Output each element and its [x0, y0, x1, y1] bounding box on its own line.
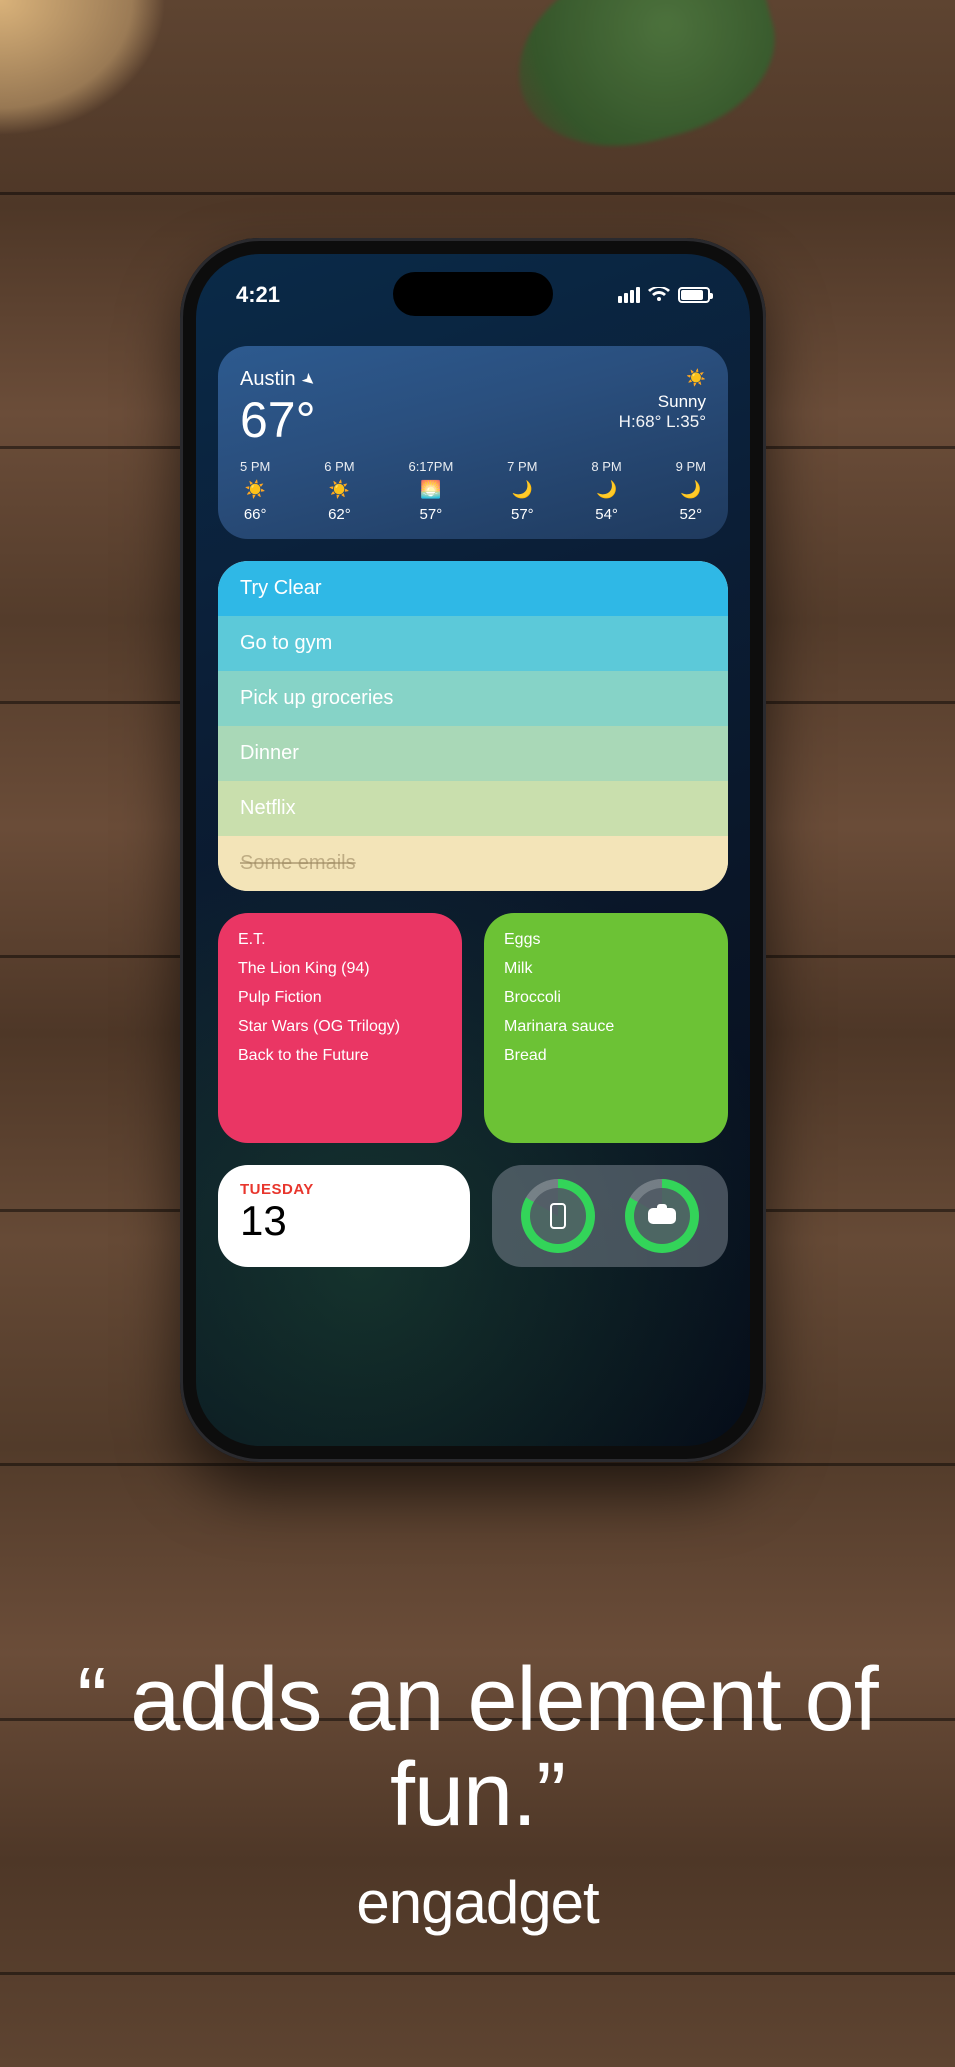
battery-ring-phone	[521, 1179, 595, 1253]
list-item: Milk	[504, 960, 708, 978]
iphone-frame: 4:21 Austin ➤	[180, 238, 766, 1462]
calendar-dow: TUESDAY	[240, 1181, 448, 1198]
list-item: E.T.	[238, 931, 442, 949]
weather-hour: 5 PM☀️66°	[240, 459, 270, 523]
list-item: Eggs	[504, 931, 708, 949]
weather-hour: 9 PM🌙52°	[676, 459, 706, 523]
case-icon	[648, 1208, 676, 1224]
calendar-day: 13	[240, 1200, 448, 1242]
weather-condition: Sunny	[619, 392, 706, 412]
list-item[interactable]: Go to gym	[218, 616, 728, 671]
quote-text: “ adds an element of fun.”	[50, 1653, 905, 1842]
location-arrow-icon: ➤	[297, 368, 320, 392]
wifi-icon	[648, 287, 670, 303]
weather-hour: 6:17PM🌅57°	[408, 459, 453, 523]
cellular-icon	[618, 287, 640, 303]
battery-icon	[678, 287, 710, 303]
list-item: Pulp Fiction	[238, 989, 442, 1007]
weather-hour: 7 PM🌙57°	[507, 459, 537, 523]
list-item: Star Wars (OG Trilogy)	[238, 1018, 442, 1036]
weather-location: Austin	[240, 368, 296, 391]
weather-hour: 6 PM☀️62°	[324, 459, 354, 523]
batteries-widget[interactable]	[492, 1165, 728, 1267]
movies-widget[interactable]: E.T. The Lion King (94) Pulp Fiction Star W…	[218, 913, 462, 1143]
list-item[interactable]: Some emails	[218, 836, 728, 891]
list-item[interactable]: Netflix	[218, 781, 728, 836]
weather-hour: 8 PM🌙54°	[591, 459, 621, 523]
list-item: Bread	[504, 1047, 708, 1065]
list-item[interactable]: Pick up groceries	[218, 671, 728, 726]
leaf-decoration	[496, 0, 794, 171]
weather-temp: 67°	[240, 395, 316, 445]
status-time: 4:21	[236, 282, 280, 308]
list-item: Marinara sauce	[504, 1018, 708, 1036]
iphone-screen: 4:21 Austin ➤	[196, 254, 750, 1446]
weather-hourly: 5 PM☀️66° 6 PM☀️62° 6:17PM🌅57° 7 PM🌙57° 8 PM…	[240, 459, 706, 523]
groceries-widget[interactable]: Eggs Milk Broccoli Marinara sauce Bread	[484, 913, 728, 1143]
list-item[interactable]: Try Clear	[218, 561, 728, 616]
list-item: Broccoli	[504, 989, 708, 1007]
calendar-widget[interactable]: TUESDAY 13	[218, 1165, 470, 1267]
caption: “ adds an element of fun.” engadget	[0, 1653, 955, 1937]
list-item: Back to the Future	[238, 1047, 442, 1065]
clear-list-widget[interactable]: Try ClearGo to gymPick up groceriesDinne…	[218, 561, 728, 891]
phone-icon	[550, 1203, 566, 1229]
brand-text: engadget	[50, 1868, 905, 1937]
list-item[interactable]: Dinner	[218, 726, 728, 781]
sun-icon: ☀️	[619, 368, 706, 388]
weather-hilo: H:68° L:35°	[619, 412, 706, 432]
battery-ring-case	[625, 1179, 699, 1253]
wood-background: 4:21 Austin ➤	[0, 0, 955, 2067]
weather-widget[interactable]: Austin ➤ 67° ☀️ Sunny H:68° L:35° 5 PM☀️…	[218, 346, 728, 539]
list-item: The Lion King (94)	[238, 960, 442, 978]
status-bar: 4:21	[196, 282, 750, 308]
